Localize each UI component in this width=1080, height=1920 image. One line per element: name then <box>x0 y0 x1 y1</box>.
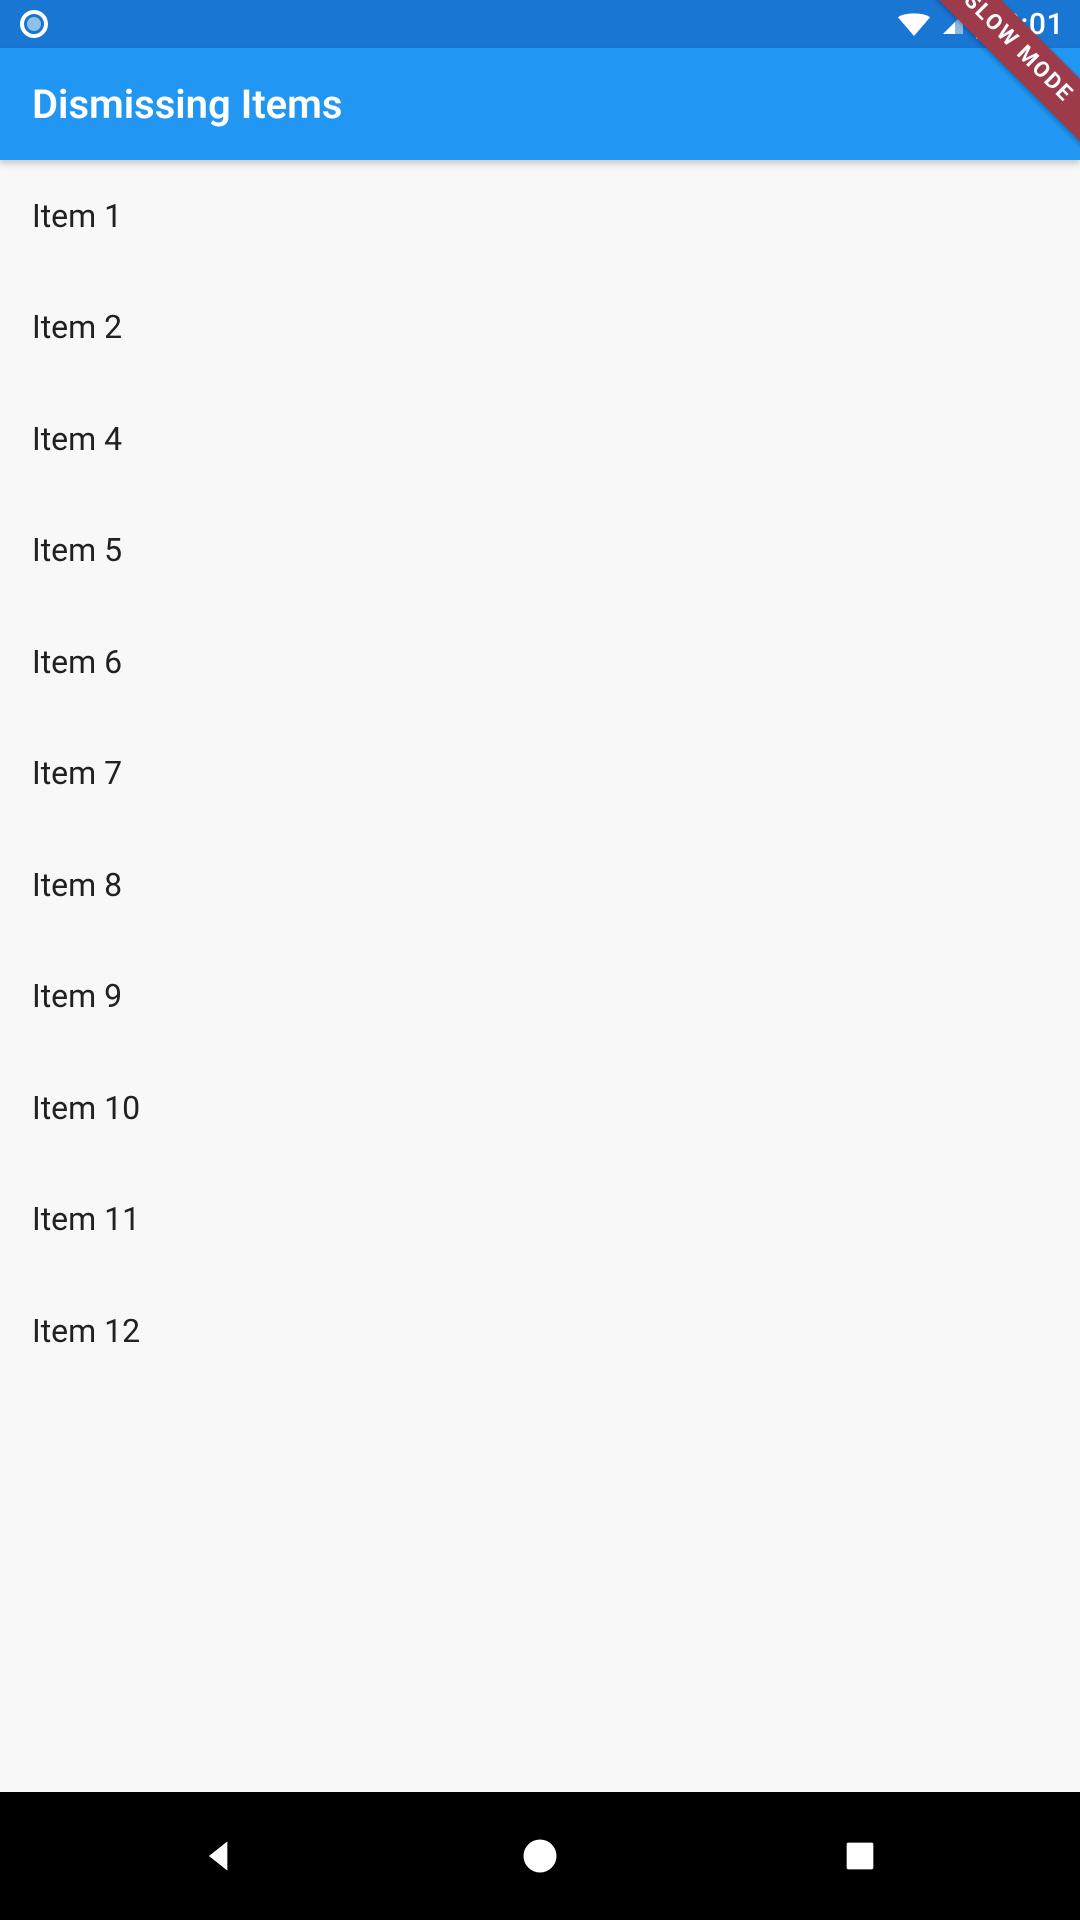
list-item-label: Item 12 <box>32 1312 140 1350</box>
back-button[interactable] <box>120 1816 320 1896</box>
app-indicator-icon <box>20 10 48 38</box>
status-bar: 2:01 <box>0 0 1080 48</box>
square-recent-icon <box>840 1836 880 1876</box>
list-item-label: Item 9 <box>32 977 122 1015</box>
list-item[interactable]: Item 7 <box>0 718 1080 830</box>
list-item-label: Item 6 <box>32 643 122 681</box>
list-item[interactable]: Item 12 <box>0 1275 1080 1387</box>
triangle-back-icon <box>198 1834 242 1878</box>
list-item-label: Item 5 <box>32 531 122 569</box>
page-title: Dismissing Items <box>32 81 343 128</box>
list-item[interactable]: Item 11 <box>0 1164 1080 1276</box>
list-item-label: Item 4 <box>32 420 122 458</box>
system-nav-bar <box>0 1792 1080 1920</box>
app-bar: Dismissing Items <box>0 48 1080 160</box>
wifi-icon <box>897 12 931 36</box>
dismissible-list[interactable]: Item 1 Item 2 Item 4 Item 5 Item 6 Item … <box>0 160 1080 1792</box>
list-item[interactable]: Item 1 <box>0 160 1080 272</box>
list-item[interactable]: Item 10 <box>0 1052 1080 1164</box>
list-item[interactable]: Item 4 <box>0 383 1080 495</box>
list-item-label: Item 11 <box>32 1200 140 1238</box>
status-left <box>20 10 48 38</box>
list-item-label: Item 2 <box>32 308 122 346</box>
list-item-label: Item 8 <box>32 866 122 904</box>
list-item-label: Item 10 <box>32 1089 140 1127</box>
list-item-label: Item 7 <box>32 754 122 792</box>
list-item-label: Item 1 <box>32 197 122 235</box>
recent-apps-button[interactable] <box>760 1816 960 1896</box>
home-button[interactable] <box>440 1816 640 1896</box>
list-item[interactable]: Item 5 <box>0 495 1080 607</box>
list-item[interactable]: Item 2 <box>0 272 1080 384</box>
circle-home-icon <box>518 1834 562 1878</box>
list-item[interactable]: Item 8 <box>0 829 1080 941</box>
list-item[interactable]: Item 6 <box>0 606 1080 718</box>
list-item[interactable]: Item 9 <box>0 941 1080 1053</box>
